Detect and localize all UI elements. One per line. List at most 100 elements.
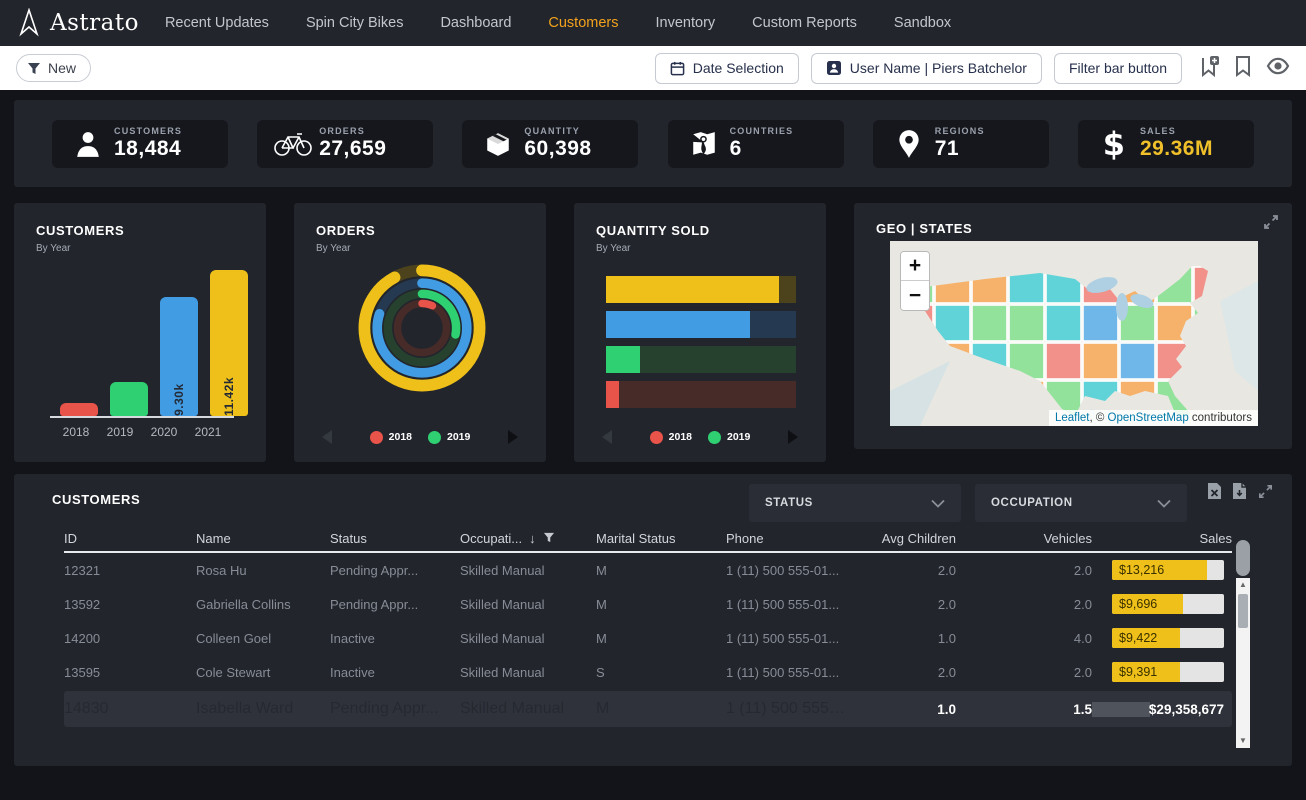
cell-vehicles: 4.0 — [956, 631, 1092, 646]
radial-rings-chart[interactable] — [358, 264, 486, 392]
cell-avg-children: 2.0 — [856, 597, 956, 612]
nav-item-inventory[interactable]: Inventory — [656, 15, 716, 31]
cell-marital: S — [596, 665, 726, 680]
scroll-up-arrow[interactable]: ▲ — [1236, 578, 1250, 592]
legend-label: 2018 — [389, 431, 412, 443]
legend-label: 2018 — [669, 431, 692, 443]
cell-vehicles: 2.0 — [956, 563, 1092, 578]
brand-name: Astrato — [50, 10, 139, 36]
kpi-sales: $ SALES29.36M — [1078, 120, 1254, 168]
column-header-phone[interactable]: Phone — [726, 531, 856, 546]
column-header-name[interactable]: Name — [196, 531, 330, 546]
nav-item-spin-city-bikes[interactable]: Spin City Bikes — [306, 15, 404, 31]
kpi-orders: ORDERS27,659 — [257, 120, 433, 168]
expand-icon[interactable] — [1262, 213, 1280, 236]
chart-subtitle: By Year — [316, 243, 528, 254]
main-nav: Recent Updates Spin City Bikes Dashboard Cu… — [165, 15, 951, 31]
hbar-2018[interactable] — [606, 381, 796, 408]
cell-occupation: Skilled Manual — [460, 631, 596, 646]
column-label: Vehicles — [1044, 531, 1092, 546]
hbar-2020[interactable] — [606, 311, 796, 338]
new-filter-pill[interactable]: New — [16, 54, 91, 82]
document-export-icon[interactable] — [1232, 482, 1247, 500]
cell-marital: M — [596, 597, 726, 612]
table-row[interactable]: 13595Cole StewartInactiveSkilled ManualS… — [64, 655, 1232, 689]
kpi-label: QUANTITY — [524, 126, 591, 136]
legend-next-button[interactable] — [508, 430, 518, 444]
quantity-sold-chart-card: QUANTITY SOLD By Year 20182019 — [574, 203, 826, 462]
legend-next-button[interactable] — [788, 430, 798, 444]
cell-avg-children: 1.0 — [856, 631, 956, 646]
nav-item-recent-updates[interactable]: Recent Updates — [165, 15, 269, 31]
column-header-sales[interactable]: Sales — [1092, 531, 1232, 546]
kpi-value: 27,659 — [319, 137, 386, 161]
table-row[interactable]: 12321Rosa HuPending Appr...Skilled Manua… — [64, 553, 1232, 587]
status-filter-dropdown[interactable]: STATUS — [749, 484, 961, 522]
column-header-status[interactable]: Status — [330, 531, 460, 546]
map-zoom-in-button[interactable]: + — [901, 252, 929, 281]
filter-bar-button[interactable]: Filter bar button — [1054, 53, 1182, 84]
column-header-marital-status[interactable]: Marital Status — [596, 531, 726, 546]
table-header-row: IDNameStatusOccupati...↓Marital StatusPh… — [64, 526, 1232, 553]
astrato-logo[interactable]: Astrato — [16, 8, 139, 38]
totals-vehicles: 1.5 — [956, 702, 1092, 717]
hbar-2019[interactable] — [606, 346, 796, 373]
column-funnel-icon[interactable] — [543, 531, 555, 546]
date-selection-button[interactable]: Date Selection — [655, 53, 799, 84]
scroll-down-arrow[interactable]: ▼ — [1236, 734, 1250, 748]
date-selection-label: Date Selection — [693, 60, 784, 76]
bookmark-add-icon[interactable] — [1200, 55, 1220, 82]
package-icon — [472, 130, 524, 158]
legend-item-2019[interactable]: 2019 — [428, 431, 470, 444]
legend-item-2018[interactable]: 2018 — [370, 431, 412, 444]
table-scrollbar[interactable]: ▲ ▼ — [1236, 578, 1250, 748]
outer-scrollbar-thumb[interactable] — [1236, 540, 1250, 576]
x-axis-label: 2020 — [148, 425, 180, 439]
leaflet-map[interactable]: + − Leaflet, © OpenStreetMap contributor… — [890, 241, 1258, 426]
bar-value-label: 9.30k — [172, 305, 186, 416]
user-name-button[interactable]: User Name | Piers Batchelor — [811, 53, 1042, 84]
sales-bar: $13,216 — [1112, 560, 1224, 580]
bar-2021[interactable]: 11.42k — [210, 270, 248, 416]
column-header-id[interactable]: ID — [64, 531, 196, 546]
legend-prev-button[interactable] — [602, 430, 612, 444]
sort-desc-icon[interactable]: ↓ — [529, 531, 536, 546]
bookmark-icon[interactable] — [1235, 55, 1251, 82]
legend-item-2018[interactable]: 2018 — [650, 431, 692, 444]
bar-2020[interactable]: 9.30k — [160, 270, 198, 416]
legend-item-2019[interactable]: 2019 — [708, 431, 750, 444]
legend-label: 2019 — [727, 431, 750, 443]
chart-subtitle: By Year — [596, 243, 808, 254]
expand-icon[interactable] — [1257, 483, 1274, 500]
sales-value: $9,422 — [1119, 631, 1157, 645]
nav-item-sandbox[interactable]: Sandbox — [894, 15, 951, 31]
x-axis-label: 2019 — [104, 425, 136, 439]
map-zoom-out-button[interactable]: − — [901, 281, 929, 310]
cell-status: Inactive — [330, 631, 460, 646]
nav-item-custom-reports[interactable]: Custom Reports — [752, 15, 857, 31]
nav-item-dashboard[interactable]: Dashboard — [440, 15, 511, 31]
osm-link[interactable]: OpenStreetMap — [1108, 412, 1189, 424]
hbar-2021[interactable] — [606, 276, 796, 303]
leaflet-link[interactable]: Leaflet — [1055, 412, 1090, 424]
legend-prev-button[interactable] — [322, 430, 332, 444]
occupation-filter-dropdown[interactable]: OCCUPATION — [975, 484, 1187, 522]
cell-id: 13595 — [64, 665, 196, 680]
bar-2018[interactable] — [60, 270, 98, 416]
kpi-countries: COUNTRIES6 — [668, 120, 844, 168]
bar-2019[interactable] — [110, 270, 148, 416]
scrollbar-thumb[interactable] — [1238, 594, 1248, 628]
eye-icon[interactable] — [1266, 57, 1290, 80]
column-header-vehicles[interactable]: Vehicles — [956, 531, 1092, 546]
column-header-avg-children[interactable]: Avg Children — [856, 531, 956, 546]
table-row[interactable]: 13592Gabriella CollinsPending Appr...Ski… — [64, 587, 1232, 621]
table-row[interactable]: 14200Colleen GoelInactiveSkilled ManualM… — [64, 621, 1232, 655]
nav-item-customers[interactable]: Customers — [548, 15, 618, 31]
cell-status: Inactive — [330, 665, 460, 680]
map-attribution: Leaflet, © OpenStreetMap contributors — [1049, 410, 1258, 426]
x-axis-label: 2021 — [192, 425, 224, 439]
excel-export-icon[interactable] — [1207, 482, 1222, 500]
ghost-marital: M — [596, 700, 726, 718]
column-header-occupati-[interactable]: Occupati...↓ — [460, 531, 596, 546]
chart-title: ORDERS — [316, 223, 528, 238]
